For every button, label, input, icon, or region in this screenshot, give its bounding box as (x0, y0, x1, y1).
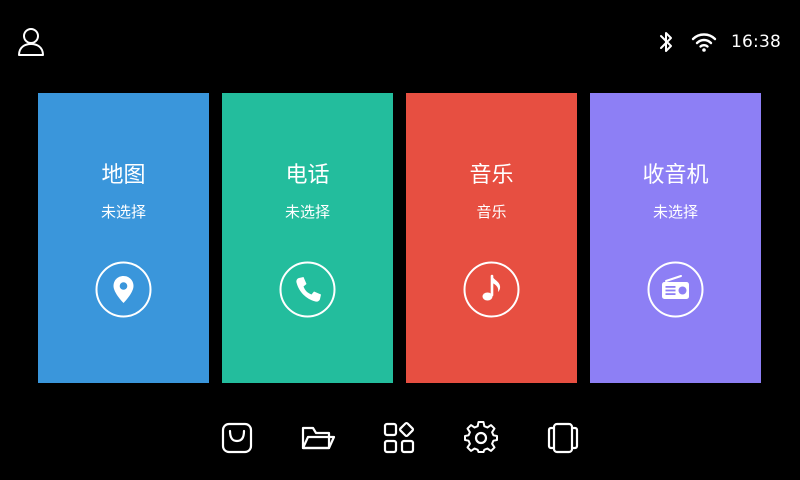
store-bag-icon[interactable] (218, 420, 256, 456)
bluetooth-icon (657, 29, 675, 55)
radio-icon (647, 261, 704, 318)
location-pin-icon (95, 261, 152, 318)
music-note-icon (463, 261, 520, 318)
settings-gear-icon[interactable] (462, 420, 500, 456)
tile-music[interactable]: 音乐 音乐 (406, 93, 577, 383)
tile-subtitle: 未选择 (284, 203, 330, 221)
status-bar: 16:38 (0, 0, 800, 84)
tile-subtitle: 音乐 (476, 203, 507, 221)
tile-phone[interactable]: 电话 未选择 (222, 93, 393, 383)
folder-icon[interactable] (299, 420, 337, 456)
dock (0, 410, 800, 466)
clock: 16:38 (731, 32, 781, 52)
tile-title: 电话 (285, 163, 330, 188)
tile-radio[interactable]: 收音机 未选择 (590, 93, 761, 383)
tile-subtitle: 未选择 (652, 203, 698, 221)
apps-grid-icon[interactable] (380, 420, 418, 456)
home-screen: 16:38 地图 未选择 电话 未选择 音乐 音乐 收音机 未选择 (0, 0, 800, 480)
tile-title: 音乐 (469, 163, 514, 188)
multitask-icon[interactable] (544, 420, 582, 456)
wifi-icon (691, 30, 717, 54)
tile-map[interactable]: 地图 未选择 (38, 93, 209, 383)
user-icon[interactable] (16, 26, 46, 58)
tile-subtitle: 未选择 (100, 203, 146, 221)
app-tiles: 地图 未选择 电话 未选择 音乐 音乐 收音机 未选择 (38, 93, 761, 383)
status-indicators: 16:38 (657, 30, 781, 54)
tile-title: 收音机 (642, 163, 709, 188)
phone-icon (279, 261, 336, 318)
tile-title: 地图 (101, 163, 146, 188)
